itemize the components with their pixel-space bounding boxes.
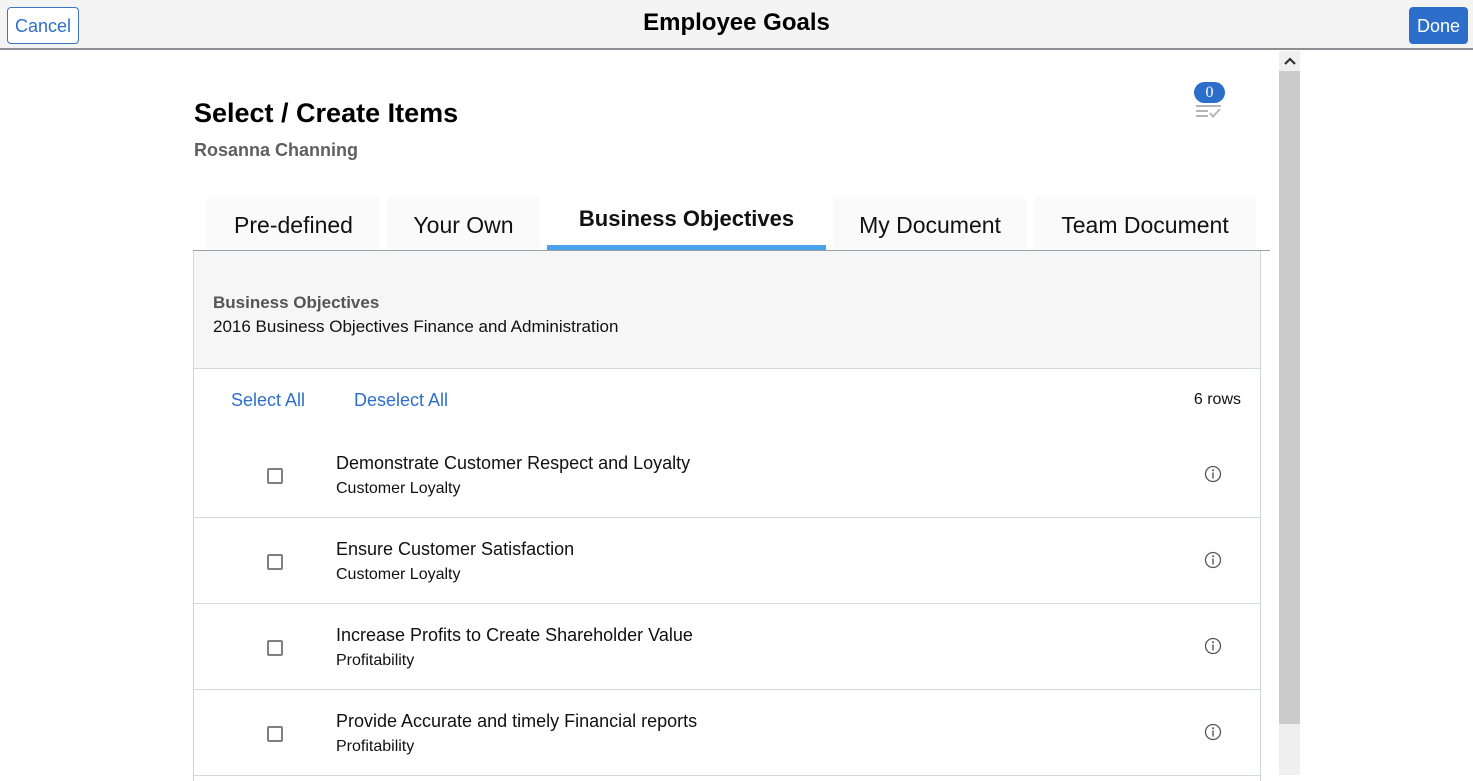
selected-items-button[interactable]: 0	[1192, 82, 1226, 124]
item-category: Profitability	[336, 652, 415, 669]
page-title: Employee Goals	[643, 9, 830, 36]
scrollbar[interactable]	[1279, 51, 1300, 775]
item-title: Demonstrate Customer Respect and Loyalty	[336, 453, 691, 473]
selected-count-badge: 0	[1194, 82, 1225, 103]
item-category: Customer Loyalty	[336, 480, 461, 497]
info-icon[interactable]	[1204, 637, 1222, 655]
item-title: Increase Profits to Create Shareholder V…	[336, 625, 693, 645]
done-button[interactable]: Done	[1409, 7, 1468, 44]
scroll-up-button[interactable]	[1279, 51, 1300, 71]
tab-my-document[interactable]: My Document	[833, 197, 1027, 251]
row-count: 6 rows	[1193, 391, 1241, 408]
scrollbar-thumb[interactable]	[1279, 71, 1300, 724]
chevron-up-icon	[1283, 57, 1296, 65]
deselect-all-link[interactable]: Deselect All	[354, 390, 448, 411]
top-bar: Cancel Employee Goals Done	[0, 0, 1473, 50]
item-category: Profitability	[336, 738, 415, 755]
info-icon[interactable]	[1204, 551, 1222, 569]
panel-header: Business Objectives 2016 Business Object…	[194, 251, 1260, 369]
item-title: Ensure Customer Satisfaction	[336, 539, 575, 559]
list-item: Provide Accurate and timely Financial re…	[194, 690, 1260, 776]
list-item: Increase Profits to Create Shareholder V…	[194, 604, 1260, 690]
list-item: Ensure Customer Satisfaction Customer Lo…	[194, 518, 1260, 604]
tab-pre-defined[interactable]: Pre-defined	[207, 197, 380, 251]
item-checkbox[interactable]	[267, 726, 283, 742]
objectives-panel: Business Objectives 2016 Business Object…	[193, 251, 1261, 781]
checklist-icon	[1196, 105, 1221, 118]
tab-business-objectives[interactable]: Business Objectives	[547, 197, 826, 251]
select-all-link[interactable]: Select All	[231, 390, 305, 411]
item-checkbox[interactable]	[267, 640, 283, 656]
list-item: Demonstrate Customer Respect and Loyalty…	[194, 432, 1260, 518]
item-category: Customer Loyalty	[336, 566, 461, 583]
item-checkbox[interactable]	[267, 554, 283, 570]
tab-your-own[interactable]: Your Own	[387, 197, 540, 251]
item-title: Provide Accurate and timely Financial re…	[336, 711, 698, 731]
item-checkbox[interactable]	[267, 468, 283, 484]
objectives-label: Business Objectives	[213, 293, 380, 312]
info-icon[interactable]	[1204, 465, 1222, 483]
tab-bar: Pre-defined Your Own Business Objectives…	[193, 195, 1270, 251]
section-heading: Select / Create Items	[194, 98, 459, 128]
objectives-value: 2016 Business Objectives Finance and Adm…	[213, 317, 619, 336]
employee-name: Rosanna Channing	[194, 140, 359, 160]
tab-team-document[interactable]: Team Document	[1034, 197, 1256, 251]
info-icon[interactable]	[1204, 723, 1222, 741]
